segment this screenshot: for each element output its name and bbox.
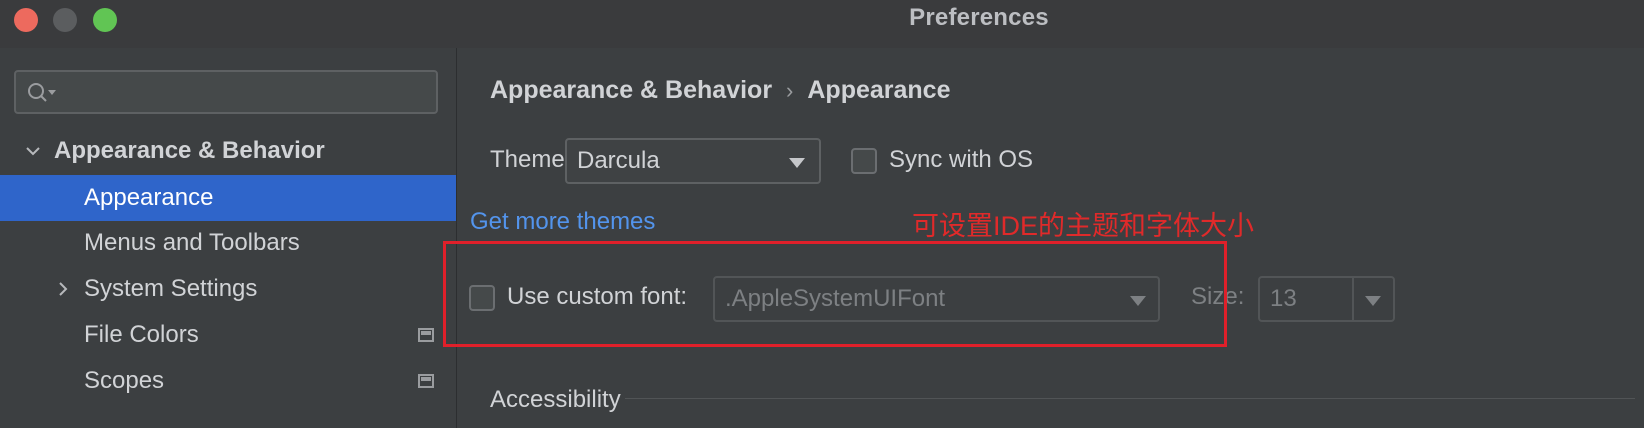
- project-level-icon: [418, 328, 434, 342]
- sidebar-item-label: Scopes: [84, 367, 165, 394]
- theme-dropdown[interactable]: Darcula: [565, 138, 821, 184]
- sidebar-item-system-settings[interactable]: System Settings: [0, 266, 456, 312]
- settings-sidebar: Appearance & Behavior Appearance Menus a…: [0, 48, 457, 428]
- breadcrumb: Appearance & Behavior › Appearance: [490, 76, 951, 105]
- project-level-icon: [418, 374, 434, 388]
- sidebar-item-label: System Settings: [84, 275, 258, 302]
- window-title: Preferences: [909, 4, 1049, 31]
- breadcrumb-current: Appearance: [807, 76, 951, 104]
- chevron-right-icon[interactable]: [54, 280, 72, 298]
- search-icon: [28, 83, 56, 102]
- sync-with-os-label[interactable]: Sync with OS: [889, 146, 1033, 174]
- chevron-down-icon[interactable]: [24, 142, 42, 160]
- settings-search-input[interactable]: [14, 70, 438, 114]
- accessibility-section-title: Accessibility: [490, 386, 621, 413]
- sidebar-item-scopes[interactable]: Scopes: [0, 358, 456, 404]
- theme-dropdown-value: Darcula: [577, 147, 660, 174]
- get-more-themes-link[interactable]: Get more themes: [470, 208, 655, 236]
- settings-content: Appearance & Behavior › Appearance Theme: …: [443, 48, 1644, 428]
- font-size-value: 13: [1270, 285, 1297, 312]
- sidebar-item-label: Appearance & Behavior: [54, 137, 325, 164]
- section-divider: [625, 398, 1635, 399]
- sidebar-item-label: File Colors: [84, 321, 199, 348]
- theme-label: Theme:: [490, 146, 572, 173]
- breadcrumb-parent[interactable]: Appearance & Behavior: [490, 76, 772, 104]
- title-bar: Preferences: [0, 0, 1644, 49]
- font-size-combo[interactable]: 13: [1258, 276, 1395, 322]
- sidebar-item-file-colors[interactable]: File Colors: [0, 312, 456, 358]
- annotation-text: 可设置IDE的主题和字体大小: [912, 211, 1255, 241]
- sidebar-item-label: Menus and Toolbars: [84, 229, 300, 256]
- sidebar-item-appearance[interactable]: Appearance: [0, 175, 456, 221]
- annotation-highlight-box: [443, 241, 1227, 347]
- sidebar-item-label: Appearance: [84, 184, 214, 211]
- dropdown-arrow-icon[interactable]: [1365, 296, 1381, 306]
- sidebar-item-menus-toolbars[interactable]: Menus and Toolbars: [0, 220, 456, 266]
- sync-with-os-checkbox[interactable]: [851, 148, 877, 174]
- breadcrumb-separator: ›: [786, 78, 794, 103]
- combo-divider: [1352, 278, 1354, 320]
- dropdown-arrow-icon: [789, 158, 805, 168]
- sidebar-item-appearance-behavior[interactable]: Appearance & Behavior: [0, 128, 456, 174]
